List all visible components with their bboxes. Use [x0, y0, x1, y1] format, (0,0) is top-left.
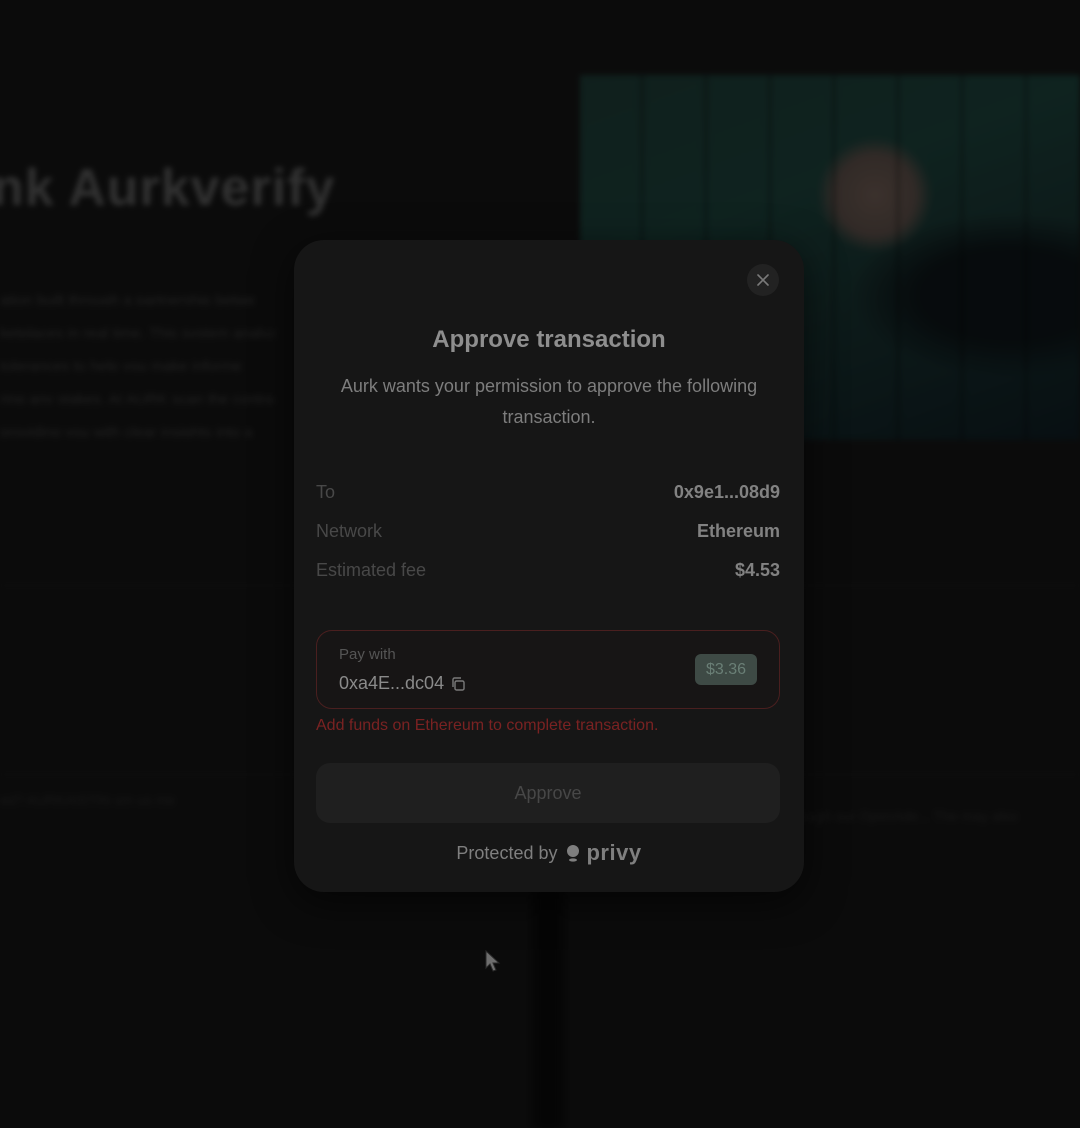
modal-title: Approve transaction	[432, 326, 666, 353]
detail-row-fee: Estimated fee $4.53	[316, 558, 780, 582]
detail-row-to: To 0x9e1...08d9	[316, 480, 780, 504]
detail-value-network: Ethereum	[696, 520, 780, 541]
detail-value-fee: $4.53	[734, 559, 780, 580]
approve-button[interactable]: Approve	[316, 763, 780, 823]
privy-wordmark: privy	[586, 840, 642, 865]
detail-label: Network	[316, 520, 383, 541]
wallet-address: 0xa4E...dc04	[339, 673, 466, 694]
detail-value-recipient: 0x9e1...08d9	[673, 481, 780, 502]
pay-with-label: Pay with	[339, 646, 396, 663]
detail-label: Estimated fee	[316, 559, 427, 580]
privy-logo: privy	[565, 840, 641, 866]
protected-by-text: Protected by	[456, 842, 558, 863]
modal-subtitle: Aurk wants your permission to approve th…	[340, 376, 758, 427]
detail-label: To	[316, 481, 336, 502]
approve-transaction-modal: Approve transaction Aurk wants your perm…	[294, 240, 804, 892]
close-button[interactable]	[747, 264, 779, 296]
wallet-address-text: 0xa4E...dc04	[339, 673, 445, 693]
detail-row-network: Network Ethereum	[316, 519, 780, 543]
copy-icon[interactable]	[450, 676, 466, 692]
privy-logo-icon	[567, 845, 580, 862]
close-icon	[757, 274, 769, 286]
insufficient-funds-error: Add funds on Ethereum to complete transa…	[316, 717, 659, 734]
mouse-cursor-icon	[485, 950, 501, 972]
protected-by-footer: Protected by privy	[294, 840, 804, 866]
pay-with-box: Pay with 0xa4E...dc04 $3.36	[316, 630, 780, 709]
balance-badge: $3.36	[694, 654, 757, 685]
